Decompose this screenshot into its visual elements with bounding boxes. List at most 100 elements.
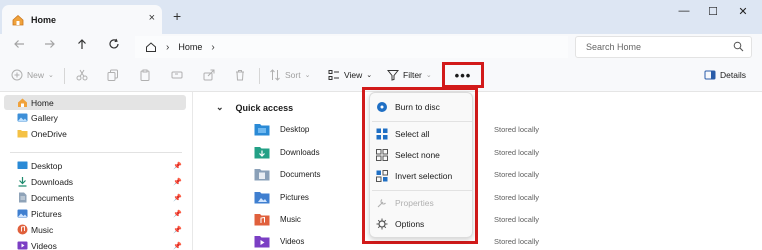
list-item[interactable]: Videos Stored locally bbox=[254, 231, 754, 250]
sidebar-item-documents[interactable]: Documents 📌 bbox=[4, 190, 186, 205]
music-icon bbox=[17, 224, 28, 235]
see-more-menu: Burn to disc Select all Select none Inve… bbox=[369, 92, 473, 238]
desktop-folder-icon bbox=[254, 123, 270, 135]
sidebar-item-home[interactable]: Home bbox=[4, 95, 186, 110]
list-item[interactable]: Music Stored locally bbox=[254, 209, 754, 229]
view-button[interactable]: View ⌄ bbox=[328, 69, 372, 81]
details-button[interactable]: Details bbox=[704, 69, 746, 81]
sidebar-item-music[interactable]: Music 📌 bbox=[4, 222, 186, 237]
search-input[interactable]: Search Home bbox=[575, 36, 752, 58]
pin-icon[interactable]: 📌 bbox=[173, 162, 182, 170]
menu-item-label: Properties bbox=[395, 198, 434, 208]
new-tab-button[interactable]: + bbox=[173, 8, 181, 24]
close-window-button[interactable]: ✕ bbox=[733, 5, 753, 18]
videos-icon bbox=[17, 241, 28, 250]
sidebar-scrollbar[interactable] bbox=[188, 92, 192, 250]
close-tab-button[interactable]: × bbox=[149, 12, 155, 24]
share-icon bbox=[203, 69, 215, 81]
menu-item-label: Burn to disc bbox=[395, 102, 440, 112]
details-label: Details bbox=[720, 70, 746, 80]
new-label: New bbox=[27, 70, 45, 80]
sidebar-item-downloads[interactable]: Downloads 📌 bbox=[4, 174, 186, 189]
burn-disc-icon bbox=[377, 102, 387, 112]
up-button[interactable] bbox=[73, 38, 91, 53]
properties-icon bbox=[377, 199, 386, 208]
tab-title: Home bbox=[31, 14, 57, 25]
filter-button[interactable]: Filter ⌄ bbox=[387, 69, 432, 81]
delete-button[interactable] bbox=[234, 69, 250, 81]
breadcrumb-chevron-icon[interactable]: › bbox=[211, 42, 214, 53]
filter-icon bbox=[387, 70, 399, 81]
sidebar-item-label: Documents bbox=[31, 192, 74, 203]
menu-item-invert-selection[interactable]: Invert selection bbox=[376, 166, 468, 186]
sort-button[interactable]: Sort ⌄ bbox=[269, 69, 310, 81]
copy-icon bbox=[107, 69, 118, 81]
pin-icon[interactable]: 📌 bbox=[173, 242, 182, 250]
menu-item-select-none[interactable]: Select none bbox=[376, 145, 468, 165]
arrow-left-icon bbox=[14, 40, 24, 48]
minimize-button[interactable]: — bbox=[674, 5, 694, 17]
divider bbox=[10, 152, 182, 153]
sidebar-item-onedrive[interactable]: OneDrive bbox=[4, 126, 186, 141]
list-item[interactable]: Downloads Stored locally bbox=[254, 142, 754, 162]
item-status: Stored locally bbox=[494, 169, 540, 179]
item-status: Stored locally bbox=[494, 192, 540, 202]
item-status: Stored locally bbox=[494, 236, 540, 246]
sidebar-item-desktop[interactable]: Desktop 📌 bbox=[4, 158, 186, 173]
search-placeholder: Search Home bbox=[586, 42, 642, 52]
pin-icon[interactable]: 📌 bbox=[173, 194, 182, 202]
menu-item-options[interactable]: Options bbox=[376, 214, 468, 234]
list-item[interactable]: Desktop Stored locally bbox=[254, 119, 754, 139]
view-icon bbox=[328, 70, 339, 80]
share-button[interactable] bbox=[203, 69, 219, 81]
sidebar-item-label: Music bbox=[31, 224, 54, 235]
rename-button[interactable] bbox=[171, 69, 187, 81]
menu-item-burn-to-disc[interactable]: Burn to disc bbox=[376, 97, 468, 117]
refresh-button[interactable] bbox=[105, 38, 123, 53]
menu-item-select-all[interactable]: Select all bbox=[376, 124, 468, 144]
chevron-down-icon: ⌄ bbox=[304, 72, 311, 79]
sort-icon bbox=[270, 69, 280, 81]
documents-folder-icon bbox=[254, 168, 270, 180]
sort-label: Sort bbox=[285, 70, 301, 80]
arrow-right-icon bbox=[45, 40, 55, 48]
sidebar-item-label: OneDrive bbox=[31, 128, 67, 139]
navigation-pane: Home Gallery OneDrive Desktop 📌 Download… bbox=[0, 92, 193, 250]
select-all-icon bbox=[376, 128, 388, 140]
paste-button[interactable] bbox=[139, 69, 155, 81]
sidebar-item-pictures[interactable]: Pictures 📌 bbox=[4, 206, 186, 221]
new-button[interactable]: New ⌄ bbox=[11, 69, 54, 81]
tab-home[interactable]: Home × bbox=[2, 5, 162, 34]
breadcrumb-home[interactable]: Home bbox=[178, 42, 202, 52]
pictures-icon bbox=[17, 209, 28, 218]
sidebar-item-label: Pictures bbox=[31, 208, 62, 219]
pin-icon[interactable]: 📌 bbox=[173, 210, 182, 218]
downloads-folder-icon bbox=[254, 146, 270, 158]
breadcrumb-separator-icon[interactable]: › bbox=[166, 42, 169, 53]
forward-button[interactable] bbox=[41, 38, 59, 53]
maximize-button[interactable]: ☐ bbox=[703, 5, 723, 18]
sidebar-item-label: Downloads bbox=[31, 176, 74, 187]
select-none-icon bbox=[376, 149, 388, 161]
pin-icon[interactable]: 📌 bbox=[173, 178, 182, 186]
address-bar[interactable]: › Home › bbox=[135, 36, 568, 58]
downloads-icon bbox=[18, 177, 27, 187]
menu-item-label: Select none bbox=[395, 150, 440, 160]
see-more-button[interactable]: ••• bbox=[442, 62, 484, 88]
back-button[interactable] bbox=[10, 38, 28, 53]
cut-button[interactable] bbox=[76, 69, 92, 81]
list-item[interactable]: Pictures Stored locally bbox=[254, 187, 754, 207]
copy-button[interactable] bbox=[107, 69, 123, 81]
list-item[interactable]: Documents Stored locally bbox=[254, 164, 754, 184]
pin-icon[interactable]: 📌 bbox=[173, 226, 182, 234]
sidebar-item-videos[interactable]: Videos 📌 bbox=[4, 238, 186, 250]
title-bar: Home × + — ☐ ✕ bbox=[0, 0, 762, 34]
content-pane: ⌄ Quick access Desktop Stored locally Do… bbox=[194, 92, 762, 250]
options-icon bbox=[376, 218, 388, 230]
item-status: Stored locally bbox=[494, 147, 540, 157]
quick-access-header[interactable]: ⌄ Quick access bbox=[216, 102, 293, 113]
divider bbox=[259, 68, 260, 84]
sidebar-item-gallery[interactable]: Gallery bbox=[4, 110, 186, 125]
arrow-up-icon bbox=[78, 39, 86, 49]
menu-item-label: Invert selection bbox=[395, 171, 453, 181]
